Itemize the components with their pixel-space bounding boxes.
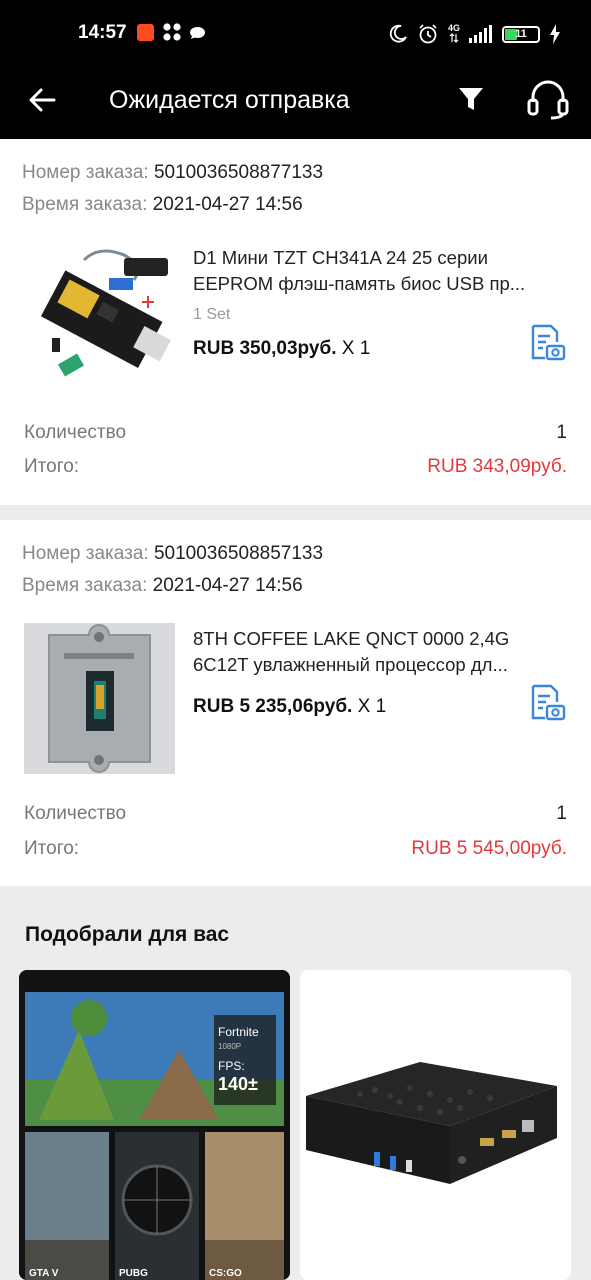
page-title: Ожидается отправка: [109, 86, 350, 114]
total-label: Итого:: [24, 456, 80, 477]
overlay-resolution: 1080P: [218, 1042, 241, 1051]
order-number-value: 5010036508877133: [153, 162, 324, 183]
total-row: Итого: RUB 5 545,00руб.: [24, 838, 567, 860]
alarm-icon: [419, 24, 437, 44]
chat-notification-icon: [190, 27, 205, 39]
product-title[interactable]: D1 Мини TZT CH341A 24 25 серии EEPROM фл…: [193, 245, 565, 297]
recommendations-heading: Подобрали для вас: [25, 923, 230, 946]
quantity-row: Количество 1: [24, 803, 567, 825]
status-time: 14:57: [78, 22, 127, 43]
status-bar: 14:57 4G 11: [0, 0, 591, 68]
caption-gta: GTA V: [29, 1268, 59, 1279]
signal-icon: [469, 25, 492, 43]
quantity-multiplier: X 1: [341, 338, 371, 359]
mini-pc-product-image: [300, 970, 571, 1280]
battery-icon: 11: [502, 25, 540, 43]
overlay-fps-label: FPS:: [218, 1059, 245, 1073]
total-value: RUB 343,09руб.: [427, 456, 567, 477]
recommended-product-card[interactable]: Fortnite 1080P FPS: 140± GTA V PUBG CS:G…: [19, 970, 290, 1280]
product-title[interactable]: 8TH COFFEE LAKE QNCT 0000 2,4G 6C12T увл…: [193, 626, 565, 678]
order-card[interactable]: Номер заказа: 5010036508877133 Время зак…: [0, 139, 591, 505]
network-type: 4G: [448, 23, 460, 45]
arrow-left-icon[interactable]: [26, 84, 58, 116]
quantity-row: Количество 1: [24, 422, 567, 444]
order-document-camera-icon[interactable]: [528, 324, 566, 362]
product-thumbnail[interactable]: [24, 240, 175, 391]
aliexpress-notification-icon: [137, 24, 154, 41]
headset-icon[interactable]: [525, 80, 571, 120]
quantity-label: Количество: [24, 422, 127, 443]
charging-bolt-icon: [550, 24, 560, 44]
quantity-value: 1: [556, 422, 567, 443]
product-variant: 1 Set: [193, 306, 231, 323]
caption-pubg: PUBG: [119, 1268, 148, 1279]
order-time-value: 2021-04-27 14:56: [152, 194, 303, 215]
total-value: RUB 5 545,00руб.: [411, 838, 567, 859]
product-price: RUB 5 235,06руб. X 1: [193, 696, 387, 717]
overlay-game-name: Fortnite: [218, 1025, 259, 1039]
data-arrows-icon: [449, 32, 459, 43]
recommended-product-card[interactable]: [300, 970, 571, 1280]
order-number: Номер заказа: 5010036508857133: [22, 543, 324, 564]
order-time-value: 2021-04-27 14:56: [152, 575, 303, 596]
do-not-disturb-moon-icon: [389, 24, 407, 43]
battery-level: 11: [515, 27, 527, 40]
app-bar: Ожидается отправка: [0, 68, 591, 139]
order-number-value: 5010036508857133: [153, 543, 324, 564]
quantity-value: 1: [556, 803, 567, 824]
order-time: Время заказа: 2021-04-27 14:56: [22, 575, 303, 596]
quantity-label: Количество: [24, 803, 127, 824]
order-document-camera-icon[interactable]: [528, 684, 566, 722]
order-card[interactable]: Номер заказа: 5010036508857133 Время зак…: [0, 520, 591, 886]
total-row: Итого: RUB 343,09руб.: [24, 456, 567, 478]
gaming-pc-product-image: Fortnite 1080P FPS: 140± GTA V PUBG CS:G…: [19, 970, 290, 1280]
product-price: RUB 350,03руб. X 1: [193, 338, 371, 359]
total-label: Итого:: [24, 838, 80, 859]
caption-csgo: CS:GO: [209, 1268, 242, 1279]
filter-icon[interactable]: [456, 84, 486, 114]
order-time: Время заказа: 2021-04-27 14:56: [22, 194, 303, 215]
product-thumbnail[interactable]: [24, 623, 175, 774]
order-number: Номер заказа: 5010036508877133: [22, 162, 324, 183]
app-notification-icon: [163, 23, 181, 41]
quantity-multiplier: X 1: [357, 696, 387, 717]
overlay-fps-value: 140±: [218, 1074, 258, 1094]
